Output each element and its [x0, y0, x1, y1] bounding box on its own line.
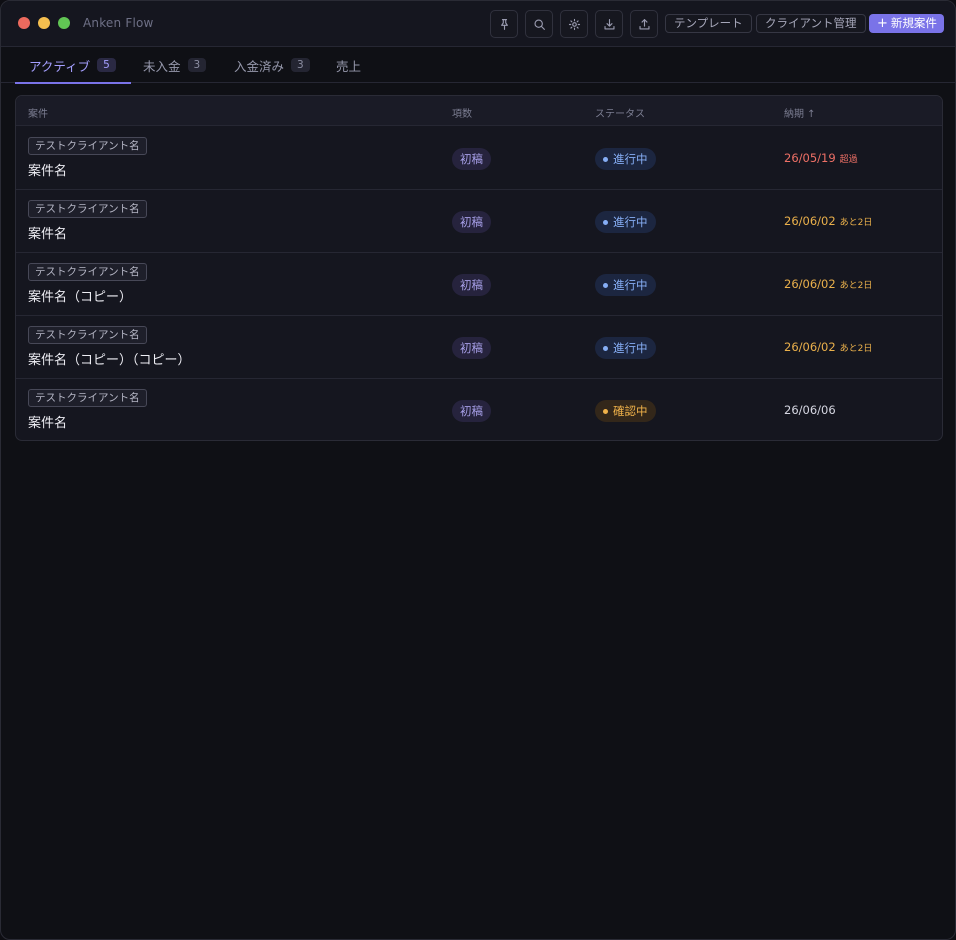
- new-case-label: 新規案件: [890, 16, 937, 30]
- title-bar: Anken Flow テンプレート クライアント管理 + 新規案件: [1, 1, 955, 47]
- status-badge: 進行中: [595, 211, 656, 233]
- client-management-button[interactable]: クライアント管理: [756, 14, 866, 33]
- status-label: 進行中: [613, 215, 648, 229]
- table-row[interactable]: テストクライアント名 案件名（コピー）（コピー） 初稿 進行中 26/06/02…: [16, 316, 942, 379]
- deadline: 26/05/19 超過: [784, 151, 858, 165]
- status-label: 進行中: [613, 278, 648, 292]
- phase-badge: 初稿: [452, 337, 491, 359]
- deadline-date: 26/06/06: [784, 403, 836, 417]
- import-button[interactable]: [595, 10, 623, 38]
- case-name: 案件名（コピー）（コピー）: [28, 353, 191, 368]
- template-button[interactable]: テンプレート: [665, 14, 752, 33]
- plus-icon: +: [877, 16, 888, 31]
- pin-icon: [500, 18, 508, 30]
- client-tag: テストクライアント名: [28, 389, 147, 407]
- status-badge: 確認中: [595, 400, 656, 422]
- status-dot: [603, 345, 608, 351]
- cases-table: 案件 項数 ステータス 納期 ↑ テストクライアント名 案件名 初稿 進行中 2…: [15, 95, 943, 441]
- tab-label: アクティブ: [29, 58, 91, 74]
- tab-active[interactable]: アクティブ 5: [15, 47, 131, 84]
- column-header-phase[interactable]: 項数: [452, 105, 472, 120]
- status-dot: [603, 408, 608, 414]
- deadline-note: あと2日: [839, 218, 873, 228]
- case-name: 案件名（コピー）: [28, 290, 133, 305]
- table-row[interactable]: テストクライアント名 案件名 初稿 確認中 26/06/06: [16, 379, 942, 440]
- settings-button[interactable]: [560, 10, 588, 38]
- deadline-note: あと2日: [839, 344, 873, 354]
- app-title: Anken Flow: [83, 16, 154, 30]
- deadline-date: 26/05/19: [784, 151, 836, 165]
- case-name: 案件名: [28, 416, 68, 431]
- table-header: 案件 項数 ステータス 納期 ↑: [16, 96, 942, 126]
- pin-button[interactable]: [490, 10, 518, 38]
- deadline-date: 26/06/02: [784, 277, 836, 291]
- tab-unpaid[interactable]: 未入金 3: [143, 47, 207, 83]
- export-button[interactable]: [630, 10, 658, 38]
- case-name: 案件名: [28, 164, 68, 179]
- phase-badge: 初稿: [452, 211, 491, 233]
- status-dot: [603, 156, 608, 162]
- table-row[interactable]: テストクライアント名 案件名 初稿 進行中 26/06/02 あと2日: [16, 190, 942, 253]
- deadline-date: 26/06/02: [784, 340, 836, 354]
- phase-badge: 初稿: [452, 274, 491, 296]
- status-badge: 進行中: [595, 274, 656, 296]
- tab-label: 売上: [336, 58, 362, 74]
- search-button[interactable]: [525, 10, 553, 38]
- status-dot: [603, 219, 608, 225]
- deadline: 26/06/02 あと2日: [784, 277, 872, 291]
- phase-badge: 初稿: [452, 148, 491, 170]
- deadline: 26/06/02 あと2日: [784, 340, 872, 354]
- column-header-status[interactable]: ステータス: [595, 105, 645, 120]
- tab-label: 未入金: [143, 58, 181, 74]
- deadline-date: 26/06/02: [784, 214, 836, 228]
- client-tag: テストクライアント名: [28, 263, 147, 281]
- upload-icon: [638, 18, 650, 30]
- case-name: 案件名: [28, 227, 68, 242]
- column-header-case[interactable]: 案件: [28, 105, 48, 120]
- tab-bar: アクティブ 5 未入金 3 入金済み 3 売上: [1, 47, 955, 84]
- status-label: 進行中: [613, 152, 648, 166]
- table-row[interactable]: テストクライアント名 案件名 初稿 進行中 26/05/19 超過: [16, 127, 942, 190]
- tab-paid[interactable]: 入金済み 3: [234, 47, 310, 83]
- table-row[interactable]: テストクライアント名 案件名（コピー） 初稿 進行中 26/06/02 あと2日: [16, 253, 942, 316]
- deadline-note: 超過: [839, 155, 858, 165]
- column-header-deadline[interactable]: 納期 ↑: [784, 105, 816, 120]
- phase-badge: 初稿: [452, 400, 491, 422]
- deadline-note: あと2日: [839, 281, 873, 291]
- tab-count-badge: 5: [97, 58, 116, 72]
- tab-count-badge: 3: [187, 58, 207, 72]
- client-tag: テストクライアント名: [28, 137, 147, 155]
- download-icon: [603, 18, 615, 30]
- status-label: 進行中: [613, 341, 648, 355]
- tab-sales[interactable]: 売上: [336, 47, 361, 83]
- maximize-window-button[interactable]: [58, 17, 70, 29]
- gear-icon: [568, 18, 580, 30]
- search-icon: [533, 18, 545, 30]
- close-window-button[interactable]: [18, 17, 30, 29]
- minimize-window-button[interactable]: [38, 17, 50, 29]
- tab-label: 入金済み: [234, 58, 285, 74]
- deadline: 26/06/02 あと2日: [784, 214, 872, 228]
- status-badge: 進行中: [595, 337, 656, 359]
- status-badge: 進行中: [595, 148, 656, 170]
- client-tag: テストクライアント名: [28, 200, 147, 218]
- deadline: 26/06/06: [784, 403, 840, 417]
- status-dot: [603, 282, 608, 288]
- status-label: 確認中: [613, 404, 648, 418]
- tab-count-badge: 3: [291, 58, 310, 72]
- client-tag: テストクライアント名: [28, 326, 147, 344]
- app-window: Anken Flow テンプレート クライアント管理 + 新規案件 アクティブ …: [0, 0, 956, 940]
- new-case-button[interactable]: + 新規案件: [869, 14, 944, 33]
